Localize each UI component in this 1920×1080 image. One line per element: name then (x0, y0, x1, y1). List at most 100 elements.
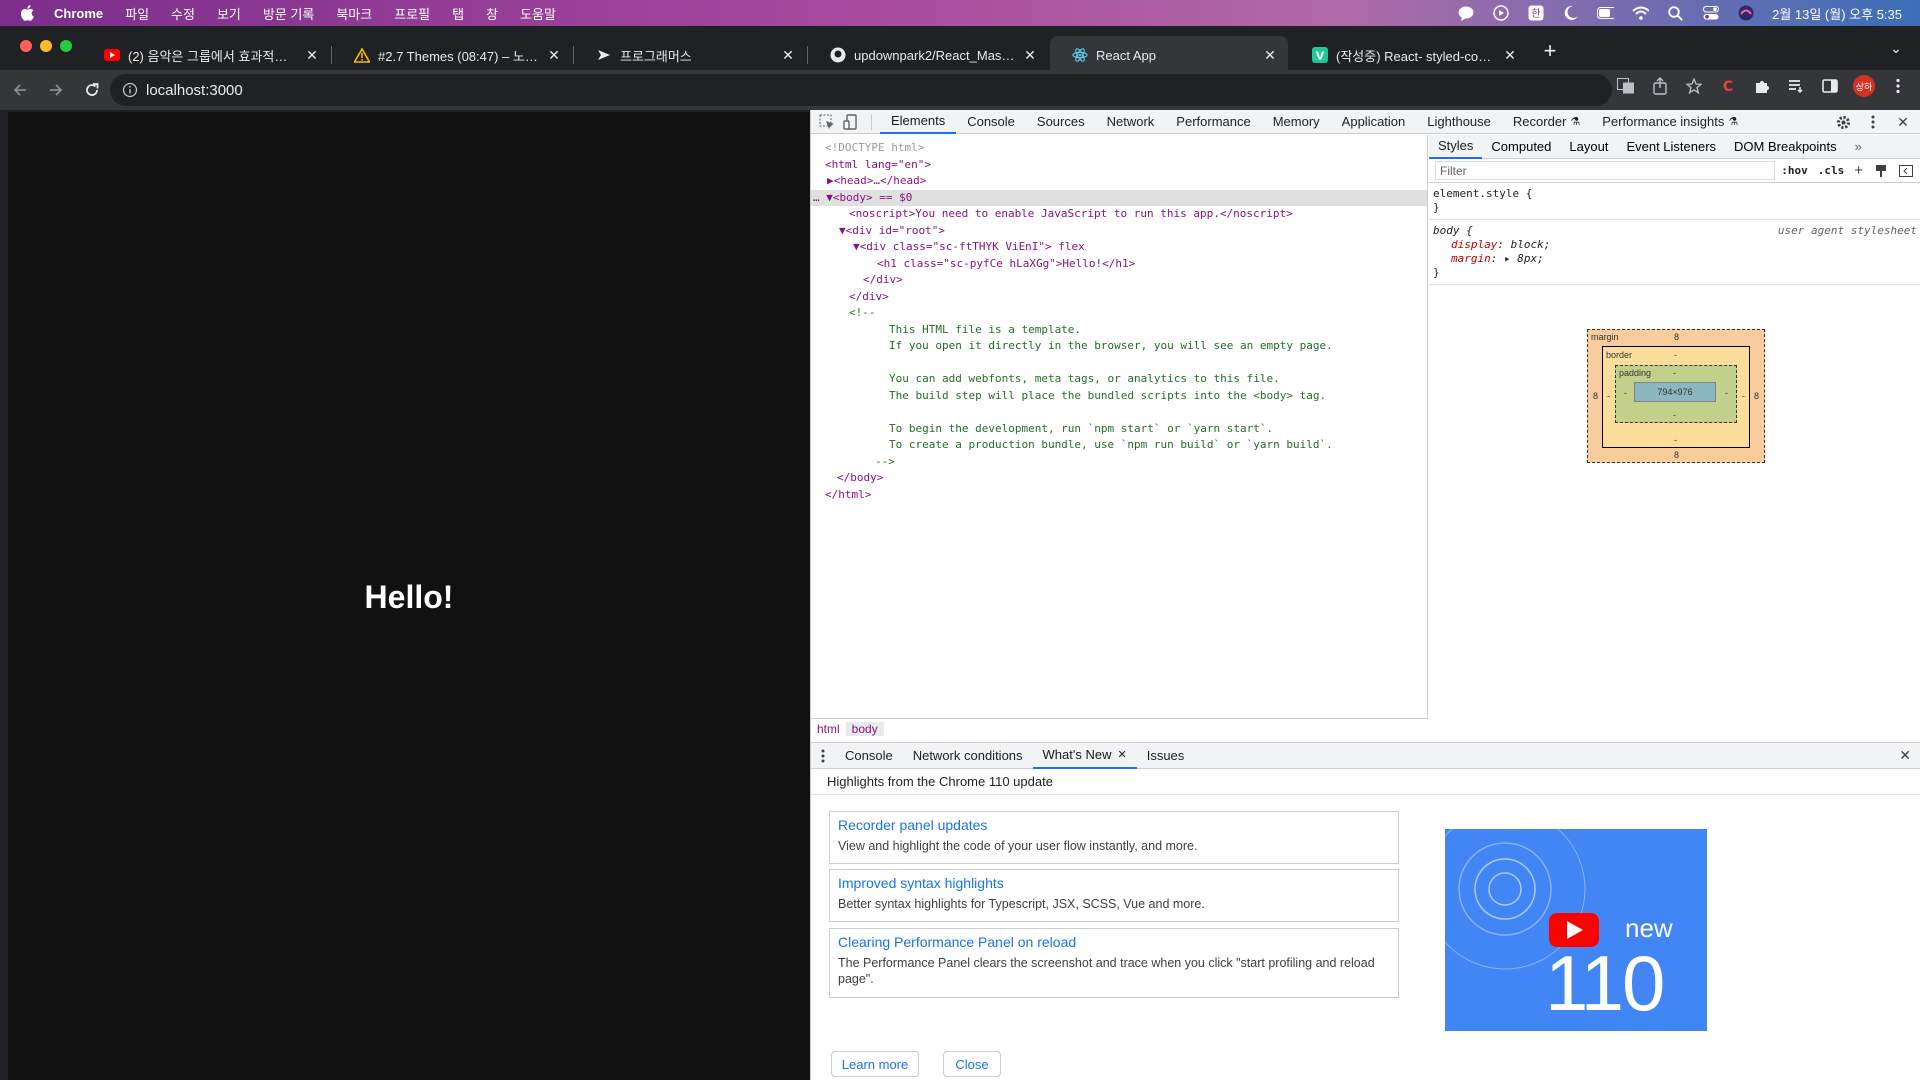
border-top-value[interactable]: - (1674, 350, 1677, 360)
zoom-window-button[interactable] (60, 40, 72, 52)
profile-avatar[interactable]: 상하 (1852, 74, 1876, 98)
forward-icon[interactable] (40, 74, 72, 106)
reading-list-icon[interactable] (1784, 74, 1808, 98)
card-title-link[interactable]: Recorder panel updates (838, 817, 1390, 833)
moon-icon[interactable] (1562, 5, 1579, 22)
tab-styles[interactable]: Styles (1429, 135, 1483, 159)
whats-new-card[interactable]: Recorder panel updates View and highligh… (829, 811, 1399, 864)
search-icon[interactable] (1667, 5, 1684, 22)
dom-line[interactable]: --> (811, 454, 1427, 471)
menu-file[interactable]: 파일 (125, 4, 149, 23)
css-declaration[interactable]: margin: ▸ 8px; (1433, 252, 1917, 266)
close-window-button[interactable] (20, 40, 32, 52)
margin-bottom-value[interactable]: 8 (1674, 450, 1679, 460)
wifi-icon[interactable] (1632, 5, 1650, 22)
back-icon[interactable] (4, 74, 36, 106)
menu-profiles[interactable]: 프로필 (394, 4, 430, 23)
side-panel-icon[interactable] (1818, 74, 1842, 98)
padding-bottom-value[interactable]: - (1673, 410, 1676, 420)
tab-layout[interactable]: Layout (1560, 135, 1617, 159)
browser-tab-nomad[interactable]: #2.7 Themes (08:47) – 노마드 코더 ✕ (332, 36, 572, 74)
tab-close-icon[interactable]: ✕ (1262, 47, 1278, 63)
new-style-rule-icon[interactable]: + (1854, 162, 1863, 179)
dom-line[interactable]: </body> (811, 470, 1427, 487)
dom-line[interactable]: <noscript>You need to enable JavaScript … (811, 206, 1427, 223)
dom-comment-line[interactable]: To create a production bundle, use `npm … (811, 437, 1427, 454)
close-drawer-icon[interactable]: ✕ (1899, 747, 1911, 764)
browser-tab-velog[interactable]: V (작성중) React- styled-compone ✕ (1290, 36, 1528, 74)
border-left-value[interactable]: - (1607, 391, 1610, 401)
body-style-rule[interactable]: body { user agent stylesheet display: bl… (1429, 220, 1920, 285)
browser-tab-github[interactable]: updownpark2/React_Master_C ✕ (808, 36, 1048, 74)
menu-view[interactable]: 보기 (217, 4, 241, 23)
dom-line[interactable]: ▼<div id="root"> (811, 223, 1427, 240)
menubar-clock[interactable]: 2월 13일 (월) 오후 5:35 (1772, 4, 1902, 23)
drawer-menu-icon[interactable] (811, 749, 835, 763)
padding-left-value[interactable]: - (1624, 388, 1627, 398)
dom-comment-line[interactable]: If you open it directly in the browser, … (811, 338, 1427, 355)
close-tab-icon[interactable]: ✕ (1117, 748, 1126, 761)
paint-brush-icon[interactable] (1875, 164, 1887, 178)
site-info-icon[interactable] (122, 82, 138, 98)
dom-line[interactable]: ▼<div class="sc-ftTHYK ViEnI"> flex (811, 239, 1427, 256)
bookmark-star-icon[interactable] (1682, 74, 1706, 98)
tab-close-icon[interactable]: ✕ (546, 47, 562, 63)
more-vertical-icon[interactable] (1886, 74, 1910, 98)
padding-right-value[interactable]: - (1725, 388, 1728, 398)
tab-search-chevron-icon[interactable]: ⌄ (1886, 40, 1906, 60)
dom-line[interactable]: <h1 class="sc-pyfCe hLaXGg">Hello!</h1> (811, 256, 1427, 273)
devtools-tab-memory[interactable]: Memory (1262, 110, 1331, 134)
dom-comment-line[interactable] (811, 355, 1427, 372)
more-tabs-chevron-icon[interactable]: » (1846, 135, 1871, 159)
drawer-tab-whats-new[interactable]: What's New ✕ (1032, 743, 1137, 769)
tab-event-listeners[interactable]: Event Listeners (1617, 135, 1725, 159)
drawer-tab-console[interactable]: Console (835, 743, 903, 769)
minimize-window-button[interactable] (40, 40, 52, 52)
devtools-tab-performance[interactable]: Performance (1165, 110, 1261, 134)
cls-toggle[interactable]: .cls (1818, 164, 1845, 177)
breadcrumb-body[interactable]: body (845, 721, 884, 736)
dom-comment-line[interactable] (811, 404, 1427, 421)
dom-line[interactable]: ▶<head>…</head> (811, 173, 1427, 190)
hov-toggle[interactable]: :hov (1781, 164, 1808, 177)
browser-tab-programmers[interactable]: 프로그래머스 ✕ (574, 36, 806, 74)
dom-line-selected[interactable]: … ▼<body> == $0 (811, 189, 1427, 206)
toggle-sidebar-icon[interactable] (1899, 164, 1913, 177)
share-icon[interactable] (1648, 74, 1672, 98)
siri-icon[interactable] (1737, 5, 1754, 22)
menu-tab[interactable]: 탭 (452, 4, 464, 23)
menu-history[interactable]: 방문 기록 (263, 4, 314, 23)
reload-icon[interactable] (76, 74, 108, 106)
url-text[interactable]: localhost:3000 (146, 82, 243, 99)
drawer-tab-issues[interactable]: Issues (1137, 743, 1195, 769)
apple-icon[interactable] (16, 2, 38, 24)
menu-help[interactable]: 도움말 (520, 4, 556, 23)
devtools-tab-recorder[interactable]: Recorder ⚗ (1502, 110, 1591, 134)
dom-comment-line[interactable]: This HTML file is a template. (811, 322, 1427, 339)
new-tab-button[interactable]: + (1538, 40, 1562, 64)
menu-bookmarks[interactable]: 북마크 (336, 4, 372, 23)
devtools-tab-network[interactable]: Network (1096, 110, 1166, 134)
browser-tab-react-app[interactable]: React App ✕ (1050, 36, 1288, 74)
styles-filter-input[interactable]: Filter (1435, 161, 1776, 180)
css-declaration[interactable]: display: block; (1433, 238, 1917, 252)
whats-new-card[interactable]: Clearing Performance Panel on reload The… (829, 928, 1399, 998)
dom-line[interactable]: </div> (811, 272, 1427, 289)
media-play-icon[interactable] (1492, 5, 1509, 22)
tab-close-icon[interactable]: ✕ (1502, 47, 1518, 63)
close-button[interactable]: Close (943, 1051, 1001, 1077)
menu-window[interactable]: 창 (486, 4, 498, 23)
devtools-tab-console[interactable]: Console (956, 110, 1026, 134)
box-model-content[interactable]: 794×976 (1634, 382, 1716, 402)
dom-comment-line[interactable]: To begin the development, run `npm start… (811, 421, 1427, 438)
devtools-tab-lighthouse[interactable]: Lighthouse (1416, 110, 1502, 134)
devtools-tab-elements[interactable]: Elements (880, 110, 957, 134)
dom-line[interactable]: </html> (811, 487, 1427, 504)
tab-dom-breakpoints[interactable]: DOM Breakpoints (1725, 135, 1846, 159)
devtools-tab-performance-insights[interactable]: Performance insights ⚗ (1591, 110, 1749, 134)
customize-more-icon[interactable] (1861, 110, 1885, 134)
margin-top-value[interactable]: 8 (1674, 332, 1679, 342)
card-title-link[interactable]: Clearing Performance Panel on reload (838, 934, 1390, 950)
tab-close-icon[interactable]: ✕ (304, 47, 320, 63)
menu-app-name[interactable]: Chrome (54, 6, 103, 21)
